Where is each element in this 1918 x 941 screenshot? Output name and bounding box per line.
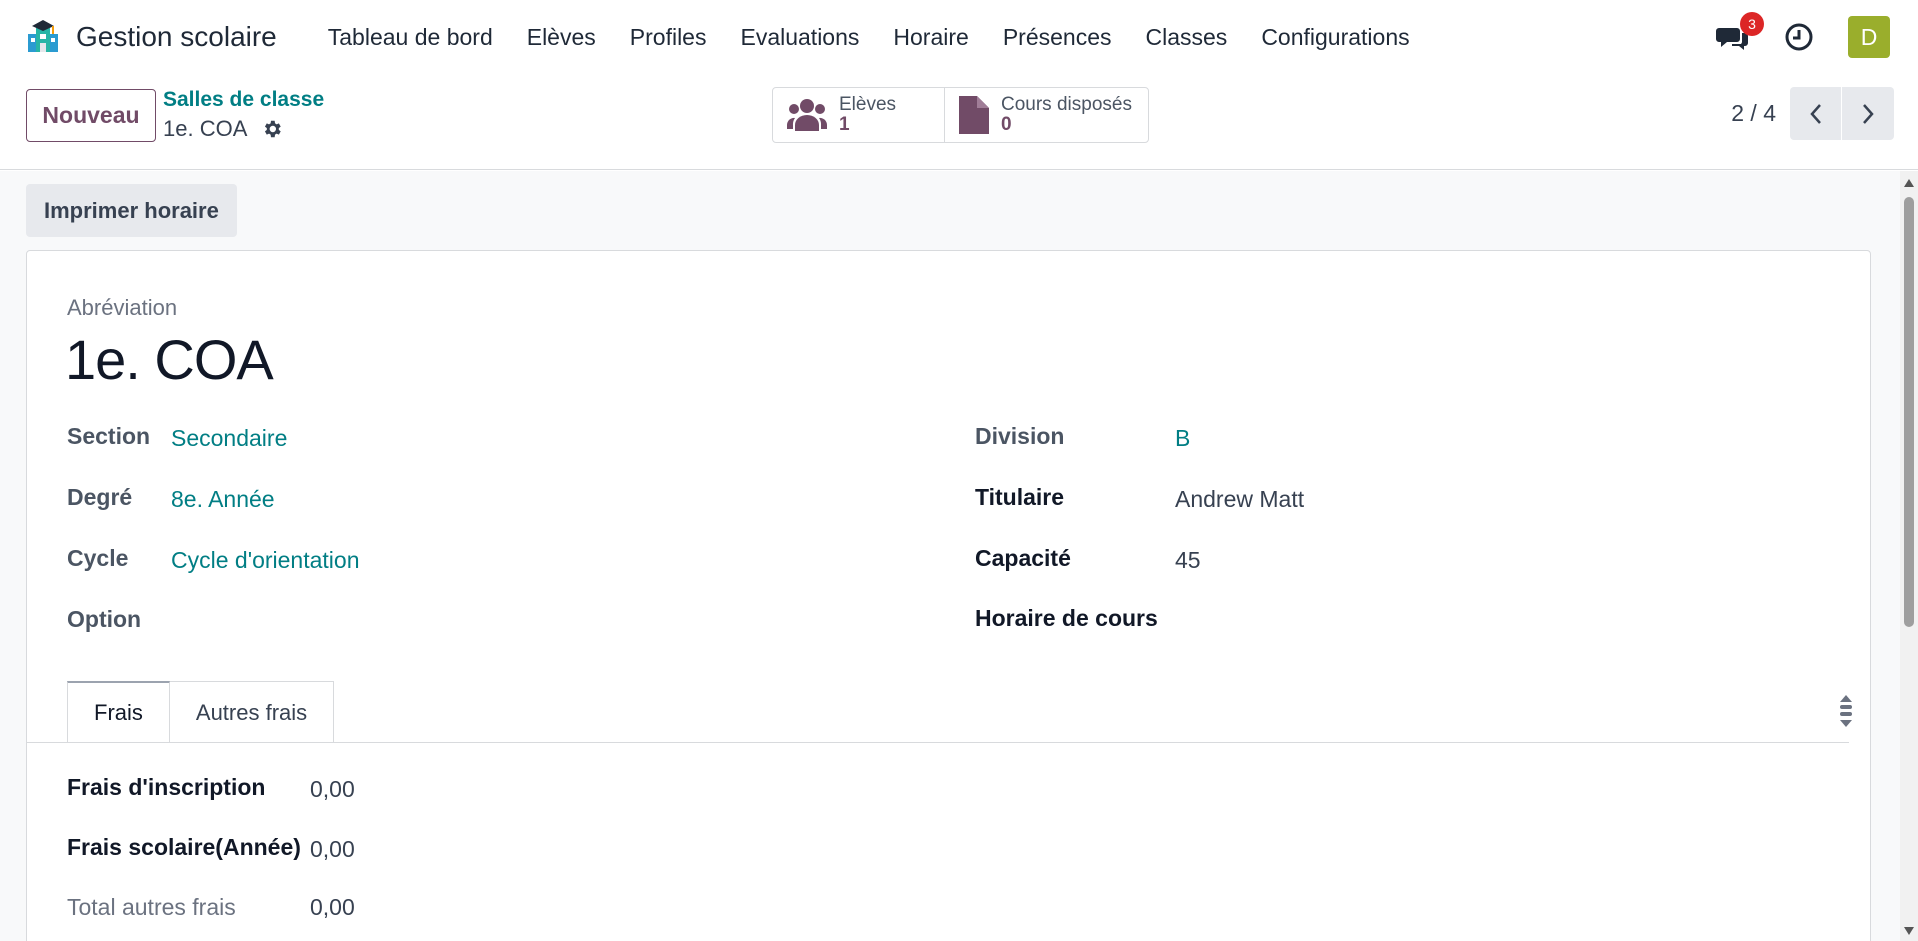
smart-buttons: Elèves 1 Cours disposés 0 <box>772 87 1149 143</box>
degree-value-link[interactable]: 8e. Année <box>171 486 275 513</box>
students-smart-label: Elèves <box>839 94 897 116</box>
breadcrumb-current-label: 1e. COA <box>163 116 248 141</box>
division-value-link[interactable]: B <box>1175 425 1190 452</box>
cycle-value-link[interactable]: Cycle d'orientation <box>171 547 360 574</box>
capacity-value[interactable]: 45 <box>1175 547 1201 574</box>
notebook-tabs: Frais Autres frais <box>67 681 335 743</box>
record-title-field[interactable]: 1e. COA <box>65 327 274 392</box>
menu-item-evaluations[interactable]: Evaluations <box>723 24 876 51</box>
option-label: Option <box>67 606 142 632</box>
form-content: Imprimer horaire Abréviation 1e. COA Sec… <box>0 171 1900 941</box>
tab-fees[interactable]: Frais <box>67 681 170 743</box>
menu-item-students[interactable]: Elèves <box>510 24 613 51</box>
tabs-divider <box>27 742 1849 743</box>
app-name[interactable]: Gestion scolaire <box>76 21 277 53</box>
course-schedule-label: Horaire de cours <box>975 605 1158 631</box>
menu-item-configurations[interactable]: Configurations <box>1244 24 1426 51</box>
users-icon <box>787 99 827 131</box>
user-avatar[interactable]: D <box>1848 16 1890 58</box>
students-smart-value: 1 <box>839 114 850 135</box>
courses-smart-label: Cours disposés <box>1001 94 1132 116</box>
courses-smart-value: 0 <box>1001 114 1012 135</box>
menu-item-profiles[interactable]: Profiles <box>613 24 724 51</box>
tab-other-fees[interactable]: Autres frais <box>169 681 335 743</box>
messages-count-badge: 3 <box>1740 12 1764 36</box>
record-pager: 2 / 4 <box>1731 87 1894 140</box>
division-label: Division <box>975 423 1065 449</box>
chevron-right-icon <box>1863 103 1874 124</box>
pager-value[interactable]: 2 / 4 <box>1731 100 1776 127</box>
menu-item-classes[interactable]: Classes <box>1129 24 1245 51</box>
school-fee-label: Frais scolaire(Année) <box>67 834 301 860</box>
menu-item-attendance[interactable]: Présences <box>986 24 1129 51</box>
print-schedule-button[interactable]: Imprimer horaire <box>26 184 237 237</box>
previous-record-button[interactable] <box>1790 87 1842 140</box>
section-label: Section <box>67 423 151 449</box>
chevron-left-icon <box>1809 103 1821 124</box>
breadcrumb-current: 1e. COA <box>163 116 324 142</box>
chevron-up-icon <box>1840 695 1852 702</box>
teacher-value[interactable]: Andrew Matt <box>1175 486 1304 513</box>
menu-item-schedule[interactable]: Horaire <box>876 24 985 51</box>
breadcrumb: Salles de classe 1e. COA <box>163 88 324 142</box>
systray: 3 D <box>1716 12 1890 58</box>
abbreviation-label: Abréviation <box>67 295 178 320</box>
scroll-down-arrow[interactable] <box>1904 927 1914 935</box>
top-navbar: Gestion scolaire Tableau de bord Elèves … <box>0 0 1918 74</box>
form-sheet: Abréviation 1e. COA Section Secondaire D… <box>26 250 1871 941</box>
page-scrollbar[interactable] <box>1900 171 1918 941</box>
menu-item-dashboard[interactable]: Tableau de bord <box>311 24 510 51</box>
cycle-label: Cycle <box>67 545 129 571</box>
tabs-scroll-control[interactable] <box>1839 693 1853 729</box>
breadcrumb-parent-link[interactable]: Salles de classe <box>163 88 324 112</box>
new-button[interactable]: Nouveau <box>26 89 156 142</box>
scroll-thumb[interactable] <box>1904 197 1914 627</box>
degree-label: Degré <box>67 484 133 510</box>
document-icon <box>959 96 989 134</box>
control-panel: Nouveau Salles de classe 1e. COA Elèves … <box>0 74 1918 170</box>
registration-fee-label: Frais d'inscription <box>67 774 266 800</box>
main-menu: Tableau de bord Elèves Profiles Evaluati… <box>311 24 1427 51</box>
teacher-label: Titulaire <box>975 484 1065 510</box>
students-smart-button[interactable]: Elèves 1 <box>773 88 944 142</box>
section-value-link[interactable]: Secondaire <box>171 425 287 452</box>
school-fee-value[interactable]: 0,00 <box>310 836 355 863</box>
grip-icon <box>1840 705 1852 716</box>
capacity-label: Capacité <box>975 545 1071 571</box>
total-other-fees-value: 0,00 <box>310 894 355 920</box>
messages-button[interactable]: 3 <box>1716 12 1764 54</box>
next-record-button[interactable] <box>1842 87 1894 140</box>
scroll-up-arrow[interactable] <box>1904 179 1914 187</box>
chevron-down-icon <box>1840 720 1852 727</box>
clock-icon[interactable] <box>1784 22 1814 52</box>
registration-fee-value[interactable]: 0,00 <box>310 776 355 803</box>
gear-icon[interactable] <box>261 118 283 140</box>
total-other-fees-label: Total autres frais <box>67 894 236 920</box>
school-app-icon[interactable] <box>26 20 60 54</box>
courses-smart-button[interactable]: Cours disposés 0 <box>944 88 1148 142</box>
